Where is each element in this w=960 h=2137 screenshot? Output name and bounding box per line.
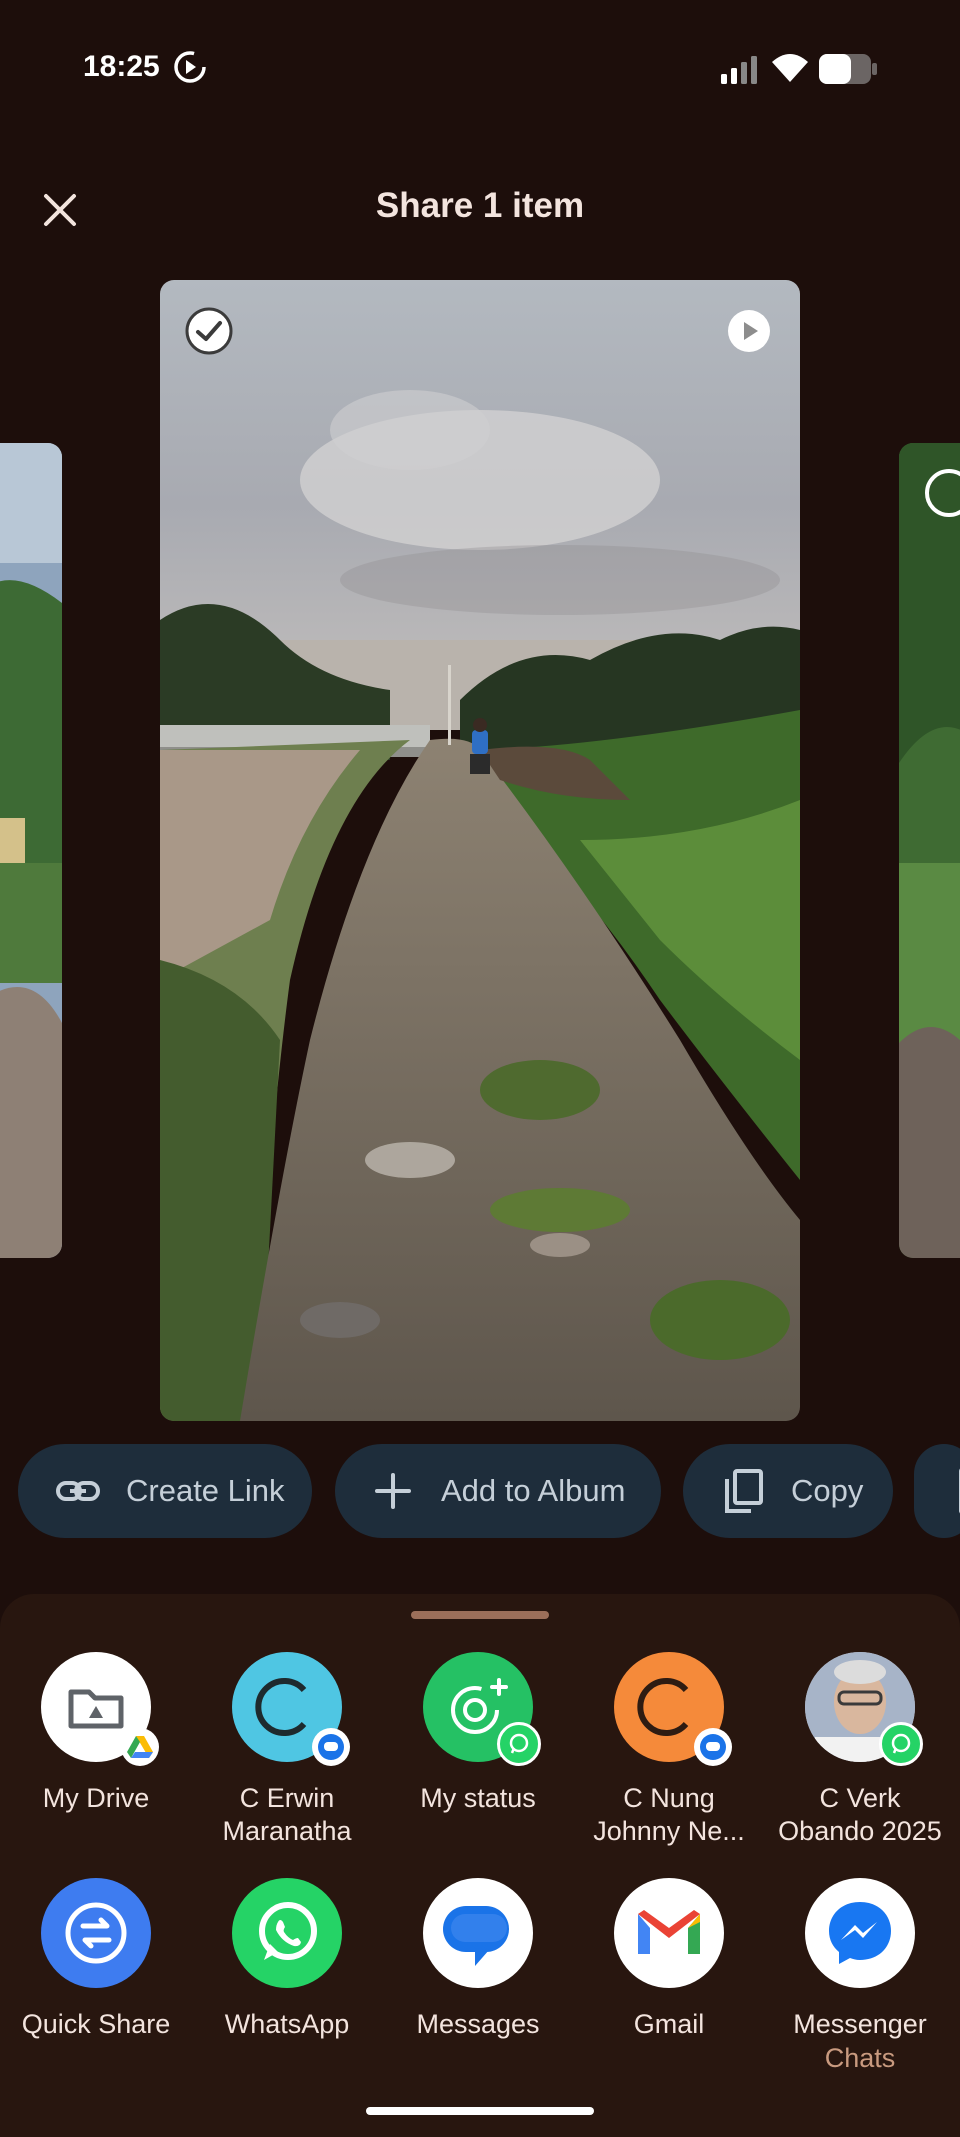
photo-thumbnail-next[interactable] — [899, 443, 960, 1258]
share-target-c-verk[interactable]: C Verk Obando 2025 — [765, 1652, 955, 1848]
share-target-messenger[interactable]: Messenger Chats — [765, 1878, 955, 2076]
link-icon — [52, 1465, 104, 1517]
share-target-whatsapp[interactable]: WhatsApp — [192, 1878, 382, 2041]
add-to-album-button[interactable]: Add to Album — [335, 1444, 661, 1538]
share-target-gmail[interactable]: Gmail — [574, 1878, 764, 2041]
share-target-c-erwin[interactable]: C Erwin Maranatha — [192, 1652, 382, 1848]
copy-icon — [717, 1465, 769, 1517]
create-link-label: Create Link — [126, 1473, 285, 1508]
whatsapp-icon — [232, 1878, 342, 1988]
share-target-label: Gmail — [633, 2009, 705, 2039]
share-target-label: C Verk — [819, 1783, 901, 1813]
add-to-album-label: Add to Album — [441, 1473, 626, 1508]
messages-icon — [423, 1878, 533, 1988]
share-target-quick-share[interactable]: Quick Share — [1, 1878, 191, 2041]
share-target-label-line2: Obando 2025 — [778, 1816, 942, 1846]
drive-badge-icon — [121, 1728, 159, 1766]
signal-icon — [721, 56, 757, 84]
share-target-my-status[interactable]: My status — [383, 1652, 573, 1815]
messages-badge-icon — [694, 1728, 732, 1766]
google-drive-folder-icon — [41, 1652, 159, 1766]
sheet-drag-handle[interactable] — [411, 1611, 549, 1619]
share-target-c-nung[interactable]: C Nung Johnny Ne... — [574, 1652, 764, 1848]
share-target-label: C Nung — [623, 1783, 715, 1813]
wifi-icon — [772, 54, 808, 82]
share-target-label: C Erwin — [239, 1783, 335, 1813]
photo-thumbnail-previous[interactable] — [0, 443, 62, 1258]
share-target-label: Messenger — [793, 2009, 927, 2039]
more-actions-chip[interactable] — [914, 1444, 960, 1538]
create-link-button[interactable]: Create Link — [18, 1444, 312, 1538]
share-target-label: WhatsApp — [224, 2009, 350, 2039]
messenger-icon — [805, 1878, 915, 1988]
plus-icon — [367, 1465, 419, 1517]
share-target-label-line2: Maranatha — [222, 1816, 352, 1846]
share-target-label: My status — [420, 1783, 536, 1813]
share-target-messages[interactable]: Messages — [383, 1878, 573, 2041]
battery-icon — [819, 54, 877, 84]
play-icon — [726, 308, 772, 354]
gmail-icon — [614, 1878, 724, 1988]
selected-check-icon[interactable] — [184, 306, 234, 356]
quick-share-icon — [41, 1878, 151, 1988]
copy-button[interactable]: Copy — [683, 1444, 893, 1538]
contact-c-icon — [232, 1652, 350, 1766]
share-target-sublabel: Chats — [824, 2043, 896, 2073]
status-icon — [423, 1652, 541, 1766]
contact-c-icon — [614, 1652, 732, 1766]
share-target-label: Messages — [416, 2009, 540, 2039]
screen-record-icon — [174, 51, 206, 83]
home-indicator[interactable] — [366, 2107, 594, 2115]
contact-photo — [805, 1652, 923, 1766]
share-target-my-drive[interactable]: My Drive — [1, 1652, 191, 1815]
whatsapp-badge-icon — [497, 1722, 541, 1766]
status-time: 18:25 — [83, 50, 160, 83]
copy-label: Copy — [791, 1473, 864, 1508]
page-title: Share 1 item — [375, 186, 585, 225]
share-target-label-line2: Johnny Ne... — [593, 1816, 745, 1846]
share-target-label: My Drive — [42, 1783, 150, 1813]
selected-video-preview[interactable] — [160, 280, 800, 1421]
whatsapp-badge-icon — [879, 1722, 923, 1766]
messages-badge-icon — [312, 1728, 350, 1766]
share-target-label: Quick Share — [21, 2009, 171, 2039]
